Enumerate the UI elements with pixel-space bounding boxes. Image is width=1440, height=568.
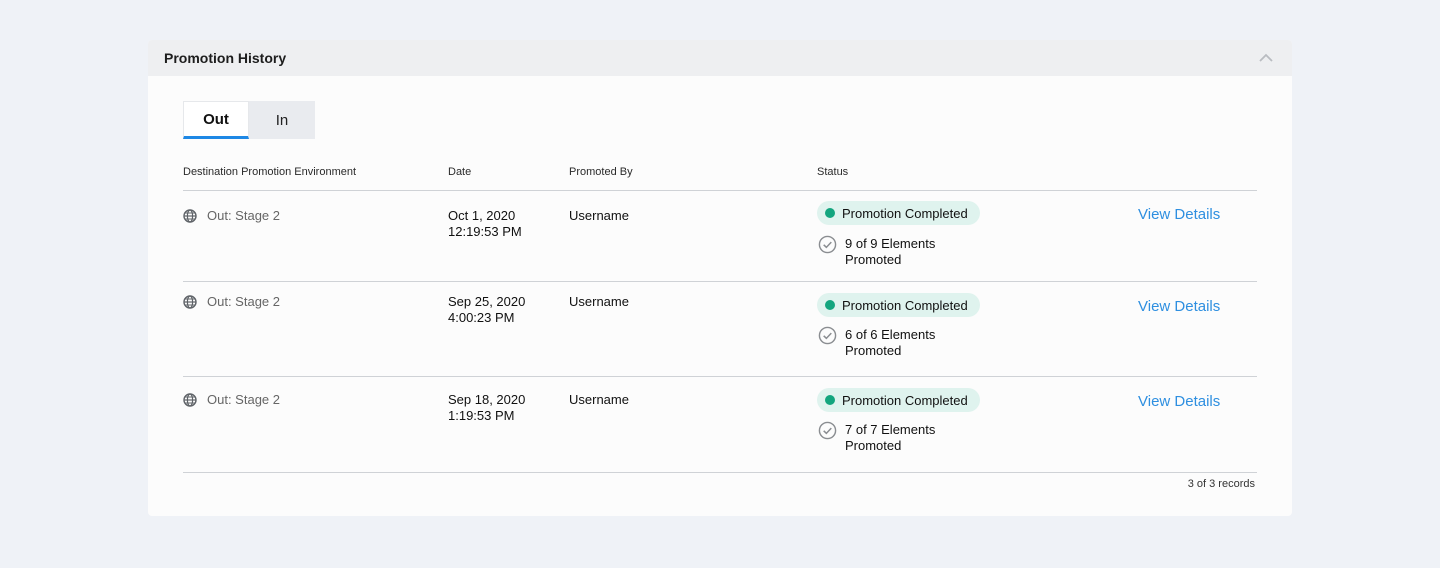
environment-label: Out: Stage 2 (207, 392, 280, 407)
status-label: Promotion Completed (842, 392, 968, 408)
promotion-table: Destination Promotion Environment Date P… (183, 162, 1257, 473)
check-circle-icon (818, 235, 837, 254)
date-value: Sep 25, 2020 (448, 294, 526, 309)
table-row: Out: Stage 2 Oct 1, 2020 12:19:53 PM Use… (183, 191, 1257, 282)
promoted-by-cell: Username (569, 208, 629, 223)
chevron-up-icon (1259, 53, 1273, 62)
elements-promoted: 6 of 6 Elements Promoted (818, 326, 936, 359)
status-label: Promotion Completed (842, 297, 968, 313)
environment-label: Out: Stage 2 (207, 294, 280, 309)
elements-count: 6 of 6 Elements (845, 327, 936, 342)
check-circle-icon (818, 326, 837, 345)
time-value: 4:00:23 PM (448, 310, 515, 325)
view-details-link[interactable]: View Details (1138, 206, 1220, 223)
status-badge: Promotion Completed (817, 201, 980, 225)
view-details-link[interactable]: View Details (1138, 298, 1220, 315)
globe-icon (183, 209, 197, 223)
table-header: Destination Promotion Environment Date P… (183, 162, 1257, 191)
environment-cell: Out: Stage 2 (183, 208, 280, 224)
time-value: 1:19:53 PM (448, 408, 515, 423)
status-label: Promotion Completed (842, 205, 968, 221)
date-value: Sep 18, 2020 (448, 392, 526, 407)
elements-count: 9 of 9 Elements (845, 236, 936, 251)
header-status: Status (817, 166, 849, 178)
environment-cell: Out: Stage 2 (183, 294, 280, 310)
header-environment: Destination Promotion Environment (183, 166, 357, 178)
elements-status: Promoted (845, 343, 902, 358)
direction-tabs: Out In (183, 101, 315, 139)
environment-cell: Out: Stage 2 (183, 392, 280, 408)
globe-icon (183, 393, 197, 407)
promotion-history-panel: Promotion History Out In Destination Pro… (148, 40, 1292, 516)
promoted-by-cell: Username (569, 392, 629, 407)
status-dot (825, 208, 835, 218)
collapse-button[interactable] (1256, 48, 1276, 68)
date-value: Oct 1, 2020 (448, 208, 516, 223)
header-promoted-by: Promoted By (569, 166, 633, 178)
time-value: 12:19:53 PM (448, 224, 522, 239)
status-badge: Promotion Completed (817, 388, 980, 412)
elements-status: Promoted (845, 438, 902, 453)
elements-promoted: 9 of 9 Elements Promoted (818, 235, 936, 268)
records-count: 3 of 3 records (1187, 478, 1255, 490)
globe-icon (183, 295, 197, 309)
date-cell: Sep 25, 2020 4:00:23 PM (448, 294, 525, 326)
status-dot (825, 300, 835, 310)
table-row: Out: Stage 2 Sep 25, 2020 4:00:23 PM Use… (183, 282, 1257, 377)
check-circle-icon (818, 421, 837, 440)
view-details-link[interactable]: View Details (1138, 393, 1220, 410)
status-dot (825, 395, 835, 405)
tab-in[interactable]: In (249, 101, 315, 139)
table-row: Out: Stage 2 Sep 18, 2020 1:19:53 PM Use… (183, 377, 1257, 473)
environment-label: Out: Stage 2 (207, 208, 280, 223)
panel-title: Promotion History (164, 50, 287, 66)
status-badge: Promotion Completed (817, 293, 980, 317)
panel-header: Promotion History (148, 40, 1292, 76)
tab-out[interactable]: Out (183, 101, 249, 139)
date-cell: Sep 18, 2020 1:19:53 PM (448, 392, 525, 424)
date-cell: Oct 1, 2020 12:19:53 PM (448, 208, 522, 240)
promoted-by-cell: Username (569, 294, 629, 309)
elements-count: 7 of 7 Elements (845, 422, 936, 437)
elements-status: Promoted (845, 252, 902, 267)
elements-promoted: 7 of 7 Elements Promoted (818, 421, 936, 454)
header-date: Date (448, 166, 472, 178)
